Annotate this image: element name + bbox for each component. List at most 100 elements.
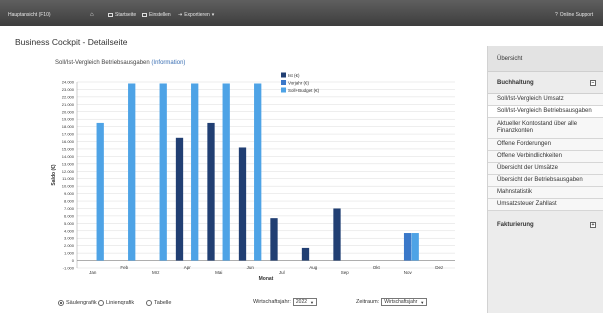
year-value: 2022 (295, 299, 308, 305)
chart-controls: Säulengrafik Linienqrafik Tabelle Wirtsc… (0, 294, 470, 313)
y-tick-label: 23.000 (62, 87, 75, 92)
sidebar-item[interactable]: Offene Forderungen (488, 139, 603, 151)
radio-label: Tabelle (154, 300, 172, 306)
home-icon[interactable]: ⌂ (90, 12, 94, 18)
bar-ist (207, 122, 215, 261)
sidebar-item[interactable]: Aktueller Kontostand über alle Finanzkon… (488, 118, 603, 139)
chart: -1.000 0 1.000 2.000 3.000 4.000 5.000 6.000 7.0… (51, 72, 455, 282)
range-label: Zeitraum: (356, 299, 380, 305)
y-axis-label: Saldo (€) (51, 164, 57, 185)
radio-button[interactable] (146, 300, 152, 306)
bar-soll (96, 122, 104, 261)
sidebar-item[interactable]: Soll/Ist-Vergleich Umsatz (488, 94, 603, 106)
top-toolbar: Hauptansicht (F10) ⌂ Startseite Einstell… (0, 0, 603, 26)
bar-ist (333, 208, 341, 261)
sidebar-item[interactable]: Umsatzsteuer Zahllast (488, 199, 603, 211)
x-tick-label: Jun (247, 265, 255, 270)
x-tick-label: Sep (341, 270, 350, 275)
y-tick-label: 24.000 (62, 80, 75, 85)
y-tick-label: 10.000 (62, 184, 75, 189)
radio-label: Säulengrafik (66, 300, 97, 306)
export-button[interactable]: ⇥ Exportieren ▾ (178, 12, 214, 18)
expand-icon[interactable]: + (590, 222, 596, 228)
range-value: Wirtschaftsjahr (384, 299, 418, 305)
settings-label: Einstellen (149, 12, 171, 18)
y-tick-label: 13.000 (62, 161, 75, 166)
online-support-button[interactable]: ? Online Support (555, 12, 593, 18)
y-tick-label: 11.000 (62, 176, 75, 181)
y-tick-label: 15.000 (62, 146, 75, 151)
chevron-down-icon: ▼ (310, 299, 314, 305)
x-tick-label: Aug (309, 265, 318, 270)
y-tick-label: 4.000 (64, 228, 75, 233)
legend-label: Vorjahr (€) (288, 80, 310, 85)
sidebar-item[interactable]: Offene Verbindlichkeiten (488, 151, 603, 163)
y-tick-label: 20.000 (62, 109, 75, 114)
sidebar-item[interactable]: Übersicht der Umsätze (488, 163, 603, 175)
bar-ist (301, 247, 310, 261)
y-tick-label: 8.000 (64, 199, 75, 204)
bar-soll (159, 83, 167, 261)
chart-title: Soll/Ist-Vergleich Betriebsausgaben (55, 60, 150, 66)
settings-button[interactable]: Einstellen (142, 12, 171, 18)
bar-soll (254, 83, 262, 261)
bar-ist (270, 218, 278, 261)
legend-label: Ist (€) (288, 73, 300, 78)
y-tick-label: 9.000 (64, 191, 75, 196)
sidebar-item[interactable]: Übersicht der Betriebsausgaben (488, 175, 603, 187)
x-tick-label: Apr (184, 265, 192, 270)
chevron-down-icon: ▼ (420, 299, 425, 305)
radio-button[interactable] (58, 300, 64, 306)
y-tick-label: 22.000 (62, 94, 75, 99)
y-tick-label: 3.000 (64, 236, 75, 241)
sidebar-section-fakturierung[interactable]: Fakturierung + (488, 214, 603, 236)
start-button[interactable]: Startseite (108, 12, 136, 18)
year-label: Wirtschaftsjahr: (253, 299, 291, 305)
bar-soll (411, 233, 419, 261)
collapse-icon[interactable]: − (590, 80, 596, 86)
page-title: Business Cockpit - Detailseite (15, 37, 128, 47)
y-tick-label: 19.000 (62, 117, 75, 122)
bar-vorjahr (403, 233, 412, 261)
range-select[interactable]: Wirtschaftsjahr ▼ (381, 298, 428, 306)
start-label: Startseite (115, 12, 137, 18)
bar-soll (128, 83, 136, 261)
radio-table[interactable]: Tabelle (146, 300, 171, 306)
y-tick-label: 21.000 (62, 102, 75, 107)
y-tick-label: 7.000 (64, 206, 75, 211)
bar-ist (175, 137, 184, 261)
y-tick-label: 1.000 (64, 251, 75, 256)
legend-swatch (281, 80, 286, 85)
export-icon: ⇥ (178, 12, 183, 18)
y-tick-label: 6.000 (64, 213, 75, 218)
legend-label: Soll+Budget (€) (288, 88, 320, 93)
page-icon (108, 13, 113, 17)
y-tick-label: 16.000 (62, 139, 75, 144)
x-axis-label: Monat (259, 276, 274, 282)
legend-swatch (281, 87, 286, 93)
y-tick-label: 2.000 (64, 243, 75, 248)
section-label: Buchhaltung (497, 80, 534, 86)
grid-icon (142, 13, 147, 17)
year-select[interactable]: 2022 ▼ (292, 298, 317, 306)
x-tick-label: Dez (435, 265, 444, 270)
radio-line-chart[interactable]: Linienqrafik (98, 300, 134, 306)
radio-bar-chart[interactable]: Säulengrafik (58, 300, 97, 306)
information-link[interactable]: (Information) (151, 60, 185, 66)
y-tick-label: -1.000 (63, 266, 75, 271)
sidebar: Übersicht Buchhaltung − Soll/Ist-Vergleic… (487, 46, 603, 313)
sidebar-item-active[interactable]: Soll/Ist-Vergleich Betriebsausgaben (488, 106, 603, 118)
sidebar-section-buchhaltung[interactable]: Buchhaltung − (488, 72, 603, 94)
x-tick-label: Jul (279, 270, 285, 275)
year-filter: Wirtschaftsjahr: 2022 ▼ (253, 298, 317, 306)
sidebar-item[interactable]: Mahnstatistik (488, 187, 603, 199)
export-label: Exportieren (184, 12, 210, 18)
range-filter: Zeitraum: Wirtschaftsjahr ▼ (356, 298, 428, 306)
bar-soll (222, 83, 230, 261)
y-tick-label: 17.000 (62, 132, 75, 137)
chart-subtitle: Soll/Ist-Vergleich Betriebsausgaben (Inf… (55, 60, 185, 66)
radio-button[interactable] (98, 300, 104, 306)
sidebar-header: Übersicht (488, 46, 603, 72)
x-tick-label: Jan (89, 270, 97, 275)
main-view-button[interactable]: Hauptansicht (F10) (8, 12, 51, 18)
